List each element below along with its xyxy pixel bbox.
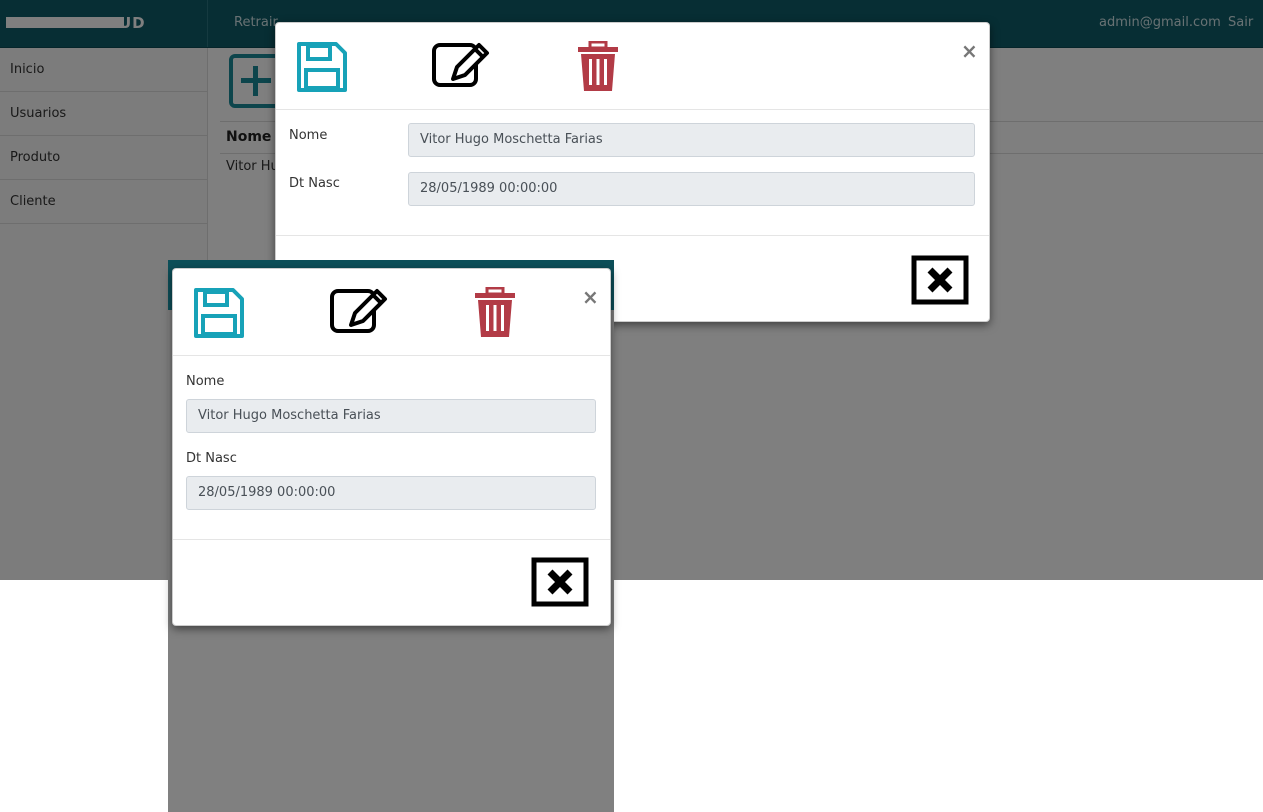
modal-header: × <box>173 269 610 356</box>
close-box-icon[interactable] <box>531 557 589 611</box>
trash-icon[interactable] <box>472 286 518 343</box>
field-label-dt-nasc: Dt Nasc <box>289 176 340 191</box>
modal-header: × <box>276 23 989 110</box>
field-label-nome: Nome <box>186 374 225 389</box>
modal-footer <box>173 539 610 626</box>
close-box-icon[interactable] <box>911 255 969 309</box>
trash-icon[interactable] <box>575 40 621 97</box>
edit-icon[interactable] <box>431 41 491 93</box>
dt-nasc-field[interactable]: 28/05/1989 00:00:00 <box>408 172 975 206</box>
close-icon[interactable]: × <box>582 287 599 307</box>
nome-field[interactable]: Vitor Hugo Moschetta Farias <box>408 123 975 157</box>
detail-modal-bottom: × Nome Vitor Hugo Moschetta Farias Dt Na… <box>172 268 611 626</box>
edit-icon[interactable] <box>329 287 389 339</box>
dt-nasc-field[interactable]: 28/05/1989 00:00:00 <box>186 476 596 510</box>
nome-field[interactable]: Vitor Hugo Moschetta Farias <box>186 399 596 433</box>
save-icon[interactable] <box>296 41 348 97</box>
save-icon[interactable] <box>193 287 245 343</box>
close-icon[interactable]: × <box>961 41 978 61</box>
field-label-dt-nasc: Dt Nasc <box>186 451 237 466</box>
field-label-nome: Nome <box>289 128 328 143</box>
